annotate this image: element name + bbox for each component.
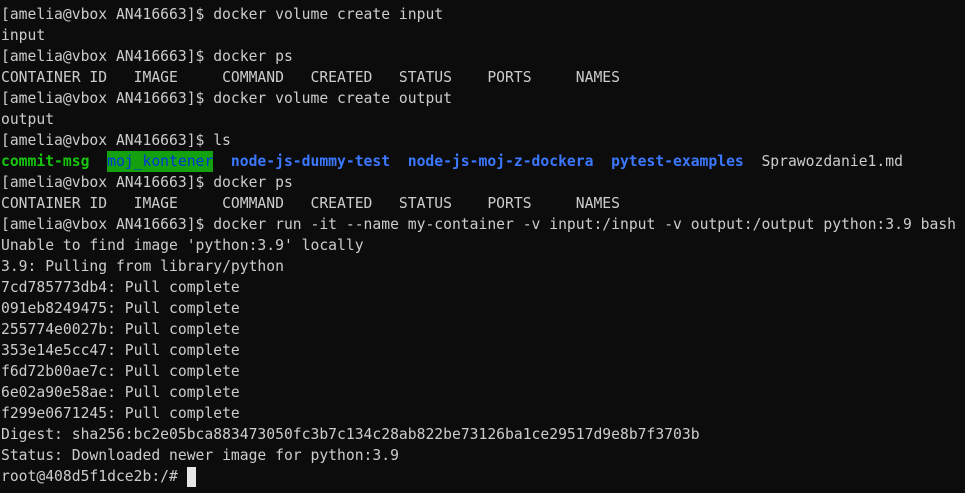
shell-prompt: [amelia@vbox AN416663]$ (1, 132, 205, 149)
terminal-input-line[interactable]: root@408d5f1dce2b:/# (1, 466, 965, 487)
terminal-line: output (1, 109, 965, 130)
terminal-line: [amelia@vbox AN416663]$ docker ps (1, 46, 965, 67)
terminal-window[interactable]: [amelia@vbox AN416663]$ docker volume cr… (0, 0, 965, 493)
image-digest: Digest: sha256:bc2e05bca883473050fc3b7c1… (1, 426, 700, 443)
pull-layer-status: f6d72b00ae7c: Pull complete (1, 363, 240, 380)
ls-entry-sprawozdanie1-md: Sprawozdanie1.md (761, 153, 903, 170)
ls-entry-node-js-moj-z-dockera: node-js-moj-z-dockera (407, 153, 594, 170)
terminal-line: [amelia@vbox AN416663]$ docker volume cr… (1, 4, 965, 25)
terminal-line: f6d72b00ae7c: Pull complete (1, 361, 965, 382)
pull-layer-status: 6e02a90e58ae: Pull complete (1, 384, 240, 401)
terminal-line: 353e14e5cc47: Pull complete (1, 340, 965, 361)
shell-prompt: [amelia@vbox AN416663]$ (1, 216, 205, 233)
terminal-line: CONTAINER ID IMAGE COMMAND CREATED STATU… (1, 193, 965, 214)
command-text: docker ps (213, 174, 293, 191)
command-text: docker volume create input (213, 6, 444, 23)
shell-prompt: [amelia@vbox AN416663]$ (1, 90, 205, 107)
terminal-line: input (1, 25, 965, 46)
ls-output-line: commit-msg moj_kontener node-js-dummy-te… (1, 151, 965, 172)
command-text: docker ps (213, 48, 293, 65)
output-text: Unable to find image 'python:3.9' locall… (1, 237, 364, 254)
terminal-line: 7cd785773db4: Pull complete (1, 277, 965, 298)
terminal-line: Digest: sha256:bc2e05bca883473050fc3b7c1… (1, 424, 965, 445)
terminal-line: CONTAINER ID IMAGE COMMAND CREATED STATU… (1, 67, 965, 88)
terminal-line: 255774e0027b: Pull complete (1, 319, 965, 340)
command-text: docker run -it --name my-container -v in… (213, 216, 956, 233)
terminal-cursor (186, 466, 196, 487)
terminal-line: 3.9: Pulling from library/python (1, 256, 965, 277)
terminal-line: Status: Downloaded newer image for pytho… (1, 445, 965, 466)
terminal-line: [amelia@vbox AN416663]$ ls (1, 130, 965, 151)
output-text: 3.9: Pulling from library/python (1, 258, 284, 275)
terminal-line: 091eb8249475: Pull complete (1, 298, 965, 319)
shell-prompt: [amelia@vbox AN416663]$ (1, 48, 205, 65)
terminal-line: [amelia@vbox AN416663]$ docker run -it -… (1, 214, 965, 235)
pull-layer-status: 7cd785773db4: Pull complete (1, 279, 240, 296)
command-text: docker volume create output (213, 90, 452, 107)
ls-entry-pytest-examples: pytest-examples (611, 153, 744, 170)
terminal-line: 6e02a90e58ae: Pull complete (1, 382, 965, 403)
terminal-line: Unable to find image 'python:3.9' locall… (1, 235, 965, 256)
pull-layer-status: 255774e0027b: Pull complete (1, 321, 240, 338)
terminal-line: [amelia@vbox AN416663]$ docker volume cr… (1, 88, 965, 109)
ls-entry-node-js-dummy-test: node-js-dummy-test (230, 153, 391, 170)
ls-entry-moj-kontener: moj_kontener (107, 151, 214, 172)
download-status: Status: Downloaded newer image for pytho… (1, 447, 399, 464)
terminal-line: f299e0671245: Pull complete (1, 403, 965, 424)
container-prompt: root@408d5f1dce2b:/# (1, 468, 178, 485)
docker-ps-header: CONTAINER ID IMAGE COMMAND CREATED STATU… (1, 69, 620, 86)
docker-ps-header: CONTAINER ID IMAGE COMMAND CREATED STATU… (1, 195, 620, 212)
shell-prompt: [amelia@vbox AN416663]$ (1, 6, 205, 23)
ls-entry-commit-msg: commit-msg (1, 153, 90, 170)
shell-prompt: [amelia@vbox AN416663]$ (1, 174, 205, 191)
command-text: ls (213, 132, 231, 149)
output-text: input (1, 27, 46, 44)
pull-layer-status: 091eb8249475: Pull complete (1, 300, 240, 317)
pull-layer-status: f299e0671245: Pull complete (1, 405, 240, 422)
pull-layer-status: 353e14e5cc47: Pull complete (1, 342, 240, 359)
output-text: output (1, 111, 55, 128)
terminal-line: [amelia@vbox AN416663]$ docker ps (1, 172, 965, 193)
